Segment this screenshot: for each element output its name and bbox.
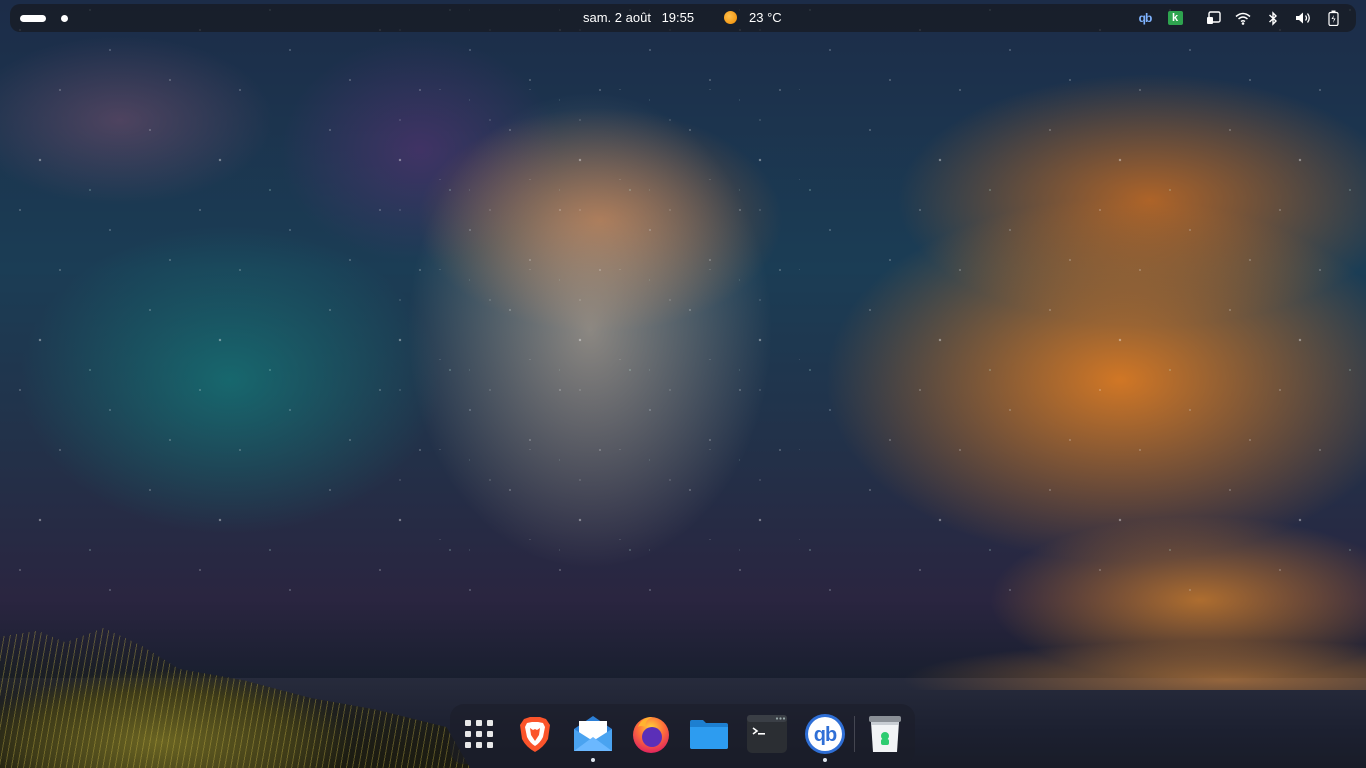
qbittorrent-icon: qb [805,714,845,754]
weather-widget[interactable]: 23 °C [724,10,782,25]
desktop-wallpaper [0,0,1366,768]
qbittorrent-tray-icon[interactable]: qb [1136,9,1154,27]
dock-divider [854,716,855,752]
trash-launcher[interactable] [864,713,906,755]
qbittorrent-tray-label: qb [1138,11,1153,25]
top-bar: sam. 2 août 19:55 23 °C qb k [10,4,1356,32]
firefox-launcher[interactable] [630,713,672,755]
terminal-launcher[interactable] [746,713,788,755]
trash-icon [869,716,901,752]
sun-icon [724,11,737,24]
horizon-glow [900,640,1366,690]
kde-connect-tray-icon[interactable]: k [1166,9,1184,27]
date-label: sam. 2 août [583,10,651,25]
files-launcher[interactable] [688,713,730,755]
screen-cast-icon[interactable] [1204,9,1222,27]
milky-way-stars [380,0,800,560]
qbittorrent-launcher[interactable]: qb [804,713,846,762]
brave-lion-icon [520,717,550,752]
wifi-icon[interactable] [1234,9,1252,27]
time-label: 19:55 [661,10,695,25]
dock: qb [450,704,915,764]
running-indicator [823,758,827,762]
temperature-label: 23 °C [749,10,782,25]
terminal-icon [747,715,787,753]
workspace-indicator[interactable] [61,15,68,22]
clock[interactable]: sam. 2 août 19:55 [583,10,701,25]
running-indicator [591,758,595,762]
battery-icon[interactable] [1324,9,1342,27]
firefox-icon [633,717,669,753]
folder-icon [690,720,728,749]
workspace-indicator-active[interactable] [20,15,46,22]
kde-connect-tray-label: k [1167,11,1183,25]
envelope-icon [574,716,612,751]
app-grid-button[interactable] [458,713,500,755]
mail-client-launcher[interactable] [572,713,614,762]
qbittorrent-icon-label: qb [814,724,837,746]
brave-browser-launcher[interactable] [514,713,556,755]
system-tray: qb k [1124,9,1342,27]
grid-icon [458,713,500,755]
bluetooth-icon[interactable] [1264,9,1282,27]
volume-icon[interactable] [1294,9,1312,27]
